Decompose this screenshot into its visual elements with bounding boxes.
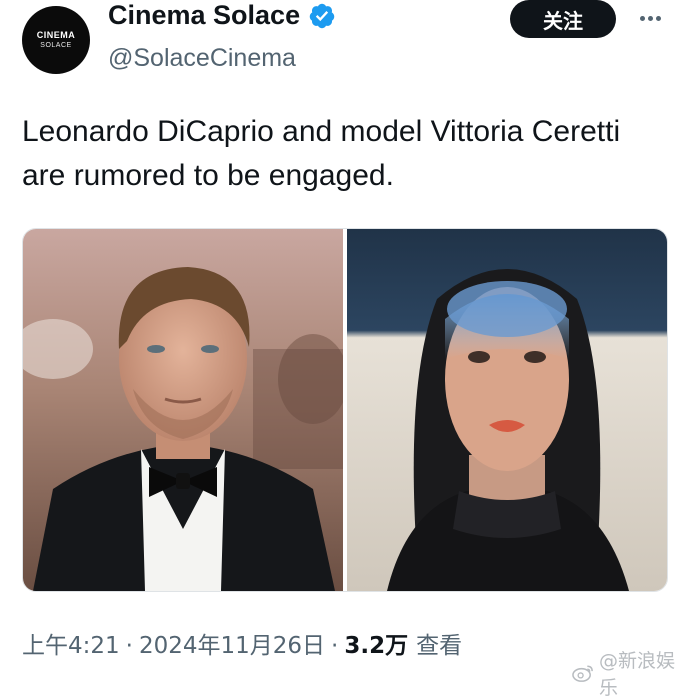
author-handle[interactable]: @SolaceCinema <box>108 44 296 73</box>
avatar-text-line1: CINEMA <box>36 30 76 40</box>
woman-with-blue-face-paint-photo <box>347 229 667 591</box>
dot <box>639 15 645 21</box>
man-in-tuxedo-photo <box>23 229 343 591</box>
more-dots-icon[interactable] <box>636 4 664 32</box>
author-name-row: Cinema Solace <box>108 0 336 31</box>
tweet-meta: 上午4:21 · 2024年11月26日 · 3.2万 查看 <box>22 626 462 660</box>
tweet-time[interactable]: 上午4:21 <box>22 626 120 660</box>
dot <box>655 15 661 21</box>
tweet-date[interactable]: 2024年11月26日 <box>139 626 325 660</box>
avatar-text-line2: SOLACE <box>40 42 72 49</box>
views-count: 3.2万 <box>344 633 409 659</box>
watermark-text: @新浪娱乐 <box>598 650 675 699</box>
tweet-text: Leonardo DiCaprio and model Vittoria Cer… <box>22 115 621 192</box>
verified-badge-icon <box>309 3 335 28</box>
views-label: 查看 <box>416 633 463 659</box>
weibo-logo-icon <box>572 665 593 682</box>
avatar[interactable]: CINEMA SOLACE <box>22 6 90 74</box>
meta-separator: · <box>125 633 133 659</box>
follow-button[interactable]: 关注 <box>510 0 616 38</box>
watermark: @新浪娱乐 <box>572 646 690 700</box>
meta-separator: · <box>331 633 339 659</box>
photo-left[interactable] <box>23 229 343 591</box>
photo-right[interactable] <box>347 229 667 591</box>
display-name[interactable]: Cinema Solace <box>108 0 300 31</box>
media-grid <box>22 228 668 592</box>
dot <box>647 15 653 21</box>
